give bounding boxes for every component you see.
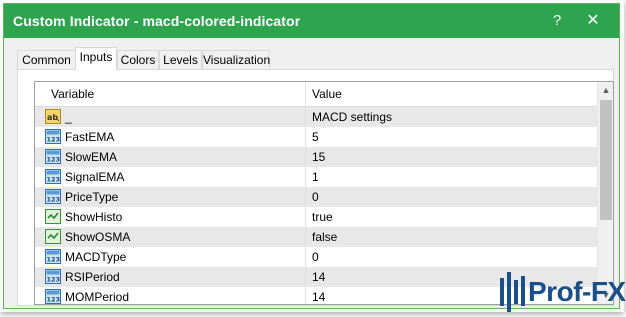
column-header-value[interactable]: Value: [306, 82, 597, 106]
grid-header: Variable Value: [35, 82, 597, 107]
variable-name: _: [65, 110, 72, 124]
variable-cell[interactable]: 123 SlowEMA: [35, 147, 306, 167]
variable-name: FastEMA: [65, 130, 115, 144]
logo-icon: [500, 272, 525, 312]
svg-text:123: 123: [47, 256, 61, 264]
value-cell[interactable]: false: [306, 227, 597, 247]
variable-name: SlowEMA: [65, 150, 118, 164]
prof-fx-watermark: Prof-FX: [496, 266, 626, 317]
close-button[interactable]: ✕: [582, 10, 604, 32]
value-cell[interactable]: true: [306, 207, 597, 227]
svg-text:123: 123: [47, 136, 61, 144]
value-cell[interactable]: 15: [306, 147, 597, 167]
svg-text:123: 123: [47, 296, 61, 304]
value-cell[interactable]: 1: [306, 167, 597, 187]
int-123-icon: 123: [45, 149, 61, 164]
int-123-icon: 123: [45, 289, 61, 304]
table-row[interactable]: ab _ MACD settings: [35, 107, 597, 127]
scroll-up-arrow[interactable]: ▲: [598, 82, 613, 98]
value-cell[interactable]: 5: [306, 127, 597, 147]
tab-levels[interactable]: Levels: [159, 50, 202, 69]
table-row[interactable]: ShowHisto true: [35, 207, 597, 227]
dialog-window: Custom Indicator - macd-colored-indicato…: [3, 3, 620, 309]
variable-cell[interactable]: ShowHisto: [35, 207, 306, 227]
help-button[interactable]: ?: [546, 10, 568, 32]
title-bar[interactable]: Custom Indicator - macd-colored-indicato…: [4, 4, 619, 38]
table-row[interactable]: 123 FastEMA 5: [35, 127, 597, 147]
variable-name: PriceType: [65, 190, 119, 204]
svg-text:ab: ab: [47, 113, 58, 122]
value-cell[interactable]: 0: [306, 187, 597, 207]
bool-check-icon: [45, 209, 61, 224]
window-title: Custom Indicator - macd-colored-indicato…: [13, 13, 301, 29]
int-123-icon: 123: [45, 169, 61, 184]
int-123-icon: 123: [45, 269, 61, 284]
ab-string-icon: ab: [45, 109, 61, 124]
table-row[interactable]: ShowOSMA false: [35, 227, 597, 247]
watermark-text: Prof-FX: [528, 276, 626, 307]
tab-colors[interactable]: Colors: [117, 50, 159, 69]
value-cell[interactable]: 0: [306, 247, 597, 267]
table-row[interactable]: 123 SignalEMA 1: [35, 167, 597, 187]
table-row[interactable]: 123 PriceType 0: [35, 187, 597, 207]
variable-cell[interactable]: ab _: [35, 107, 306, 127]
variable-cell[interactable]: ShowOSMA: [35, 227, 306, 247]
variable-cell[interactable]: 123 PriceType: [35, 187, 306, 207]
variable-name: ShowOSMA: [65, 230, 131, 244]
svg-text:123: 123: [47, 176, 61, 184]
variable-name: MOMPeriod: [65, 290, 130, 304]
tab-visualization[interactable]: Visualization: [202, 50, 270, 69]
svg-text:123: 123: [47, 156, 61, 164]
bool-check-icon: [45, 229, 61, 244]
table-row[interactable]: 123 MACDType 0: [35, 247, 597, 267]
int-123-icon: 123: [45, 129, 61, 144]
svg-text:123: 123: [47, 276, 61, 284]
variable-name: RSIPeriod: [65, 270, 120, 284]
variable-name: ShowHisto: [65, 210, 123, 224]
tab-common[interactable]: Common: [17, 50, 76, 69]
variable-cell[interactable]: 123 FastEMA: [35, 127, 306, 147]
variable-cell[interactable]: 123 MOMPeriod: [35, 287, 306, 304]
variable-name: SignalEMA: [65, 170, 125, 184]
int-123-icon: 123: [45, 189, 61, 204]
svg-text:123: 123: [47, 196, 61, 204]
variable-cell[interactable]: 123 MACDType: [35, 247, 306, 267]
variable-cell[interactable]: 123 RSIPeriod: [35, 267, 306, 287]
scroll-thumb[interactable]: [600, 100, 612, 220]
value-cell[interactable]: MACD settings: [306, 107, 597, 127]
variable-cell[interactable]: 123 SignalEMA: [35, 167, 306, 187]
int-123-icon: 123: [45, 249, 61, 264]
variable-name: MACDType: [65, 250, 127, 264]
tab-inputs[interactable]: Inputs: [75, 47, 117, 70]
column-header-variable[interactable]: Variable: [35, 82, 306, 106]
table-row[interactable]: 123 SlowEMA 15: [35, 147, 597, 167]
